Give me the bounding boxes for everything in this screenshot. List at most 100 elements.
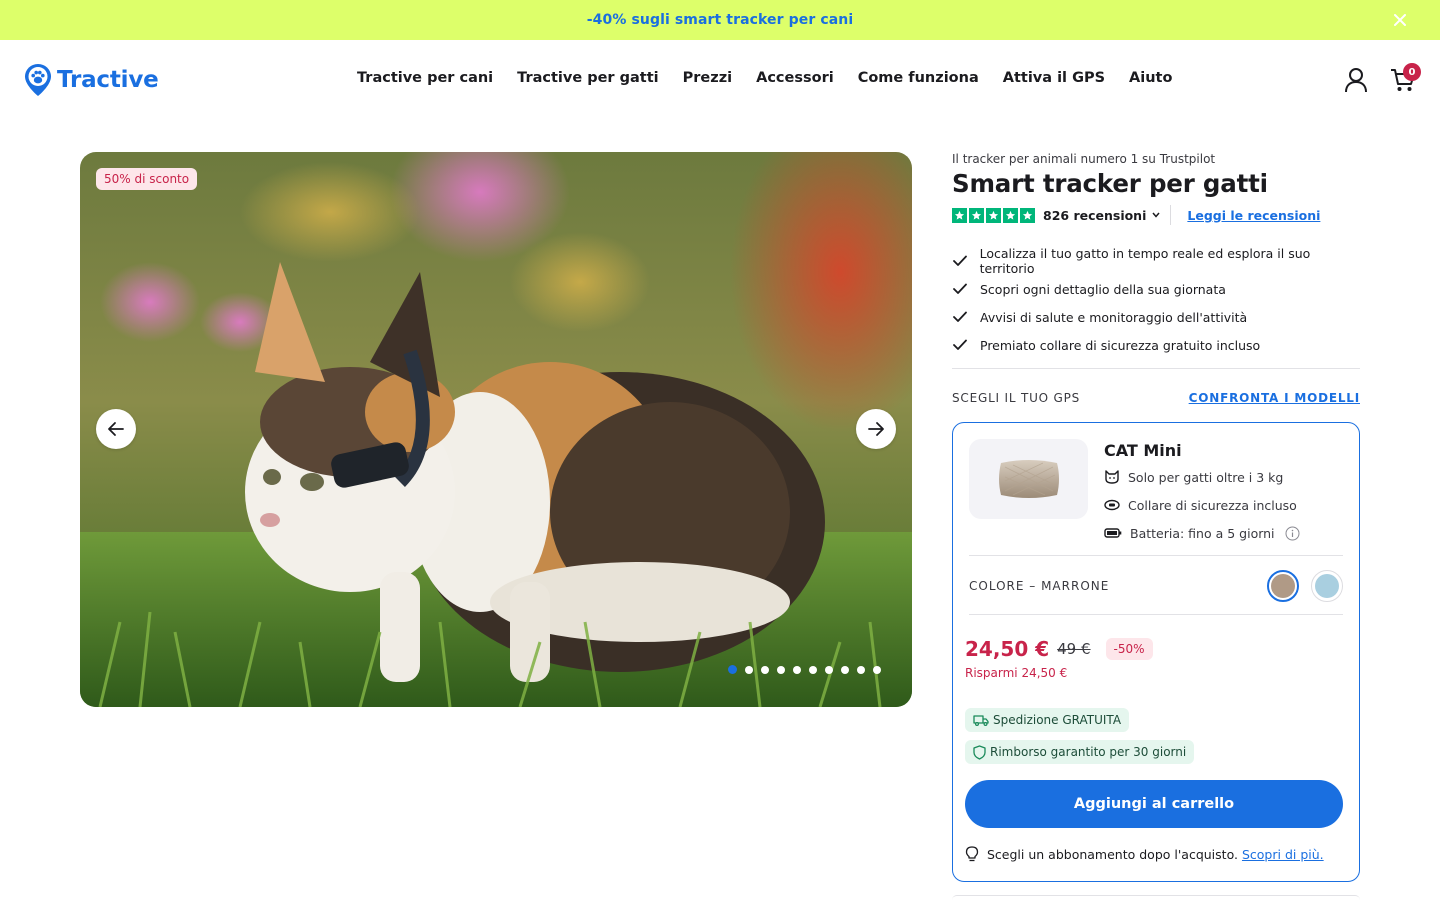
swatch-marrone[interactable] — [1267, 570, 1299, 602]
swatch-color — [1315, 574, 1339, 598]
current-price: 24,50 € — [965, 637, 1050, 661]
feature-text: Avvisi di salute e monitoraggio dell'att… — [980, 309, 1248, 325]
check-icon — [952, 309, 968, 325]
choose-gps-label: SCEGLI IL TUO GPS — [952, 391, 1081, 405]
star-icon — [969, 207, 984, 223]
nav-item-aiuto[interactable]: Aiuto — [1129, 70, 1172, 86]
logo-text: Tractive — [57, 67, 159, 93]
subscription-note: Scegli un abbonamento dopo l'acquisto. S… — [965, 846, 1324, 862]
product-kicker: Il tracker per animali numero 1 su Trust… — [952, 152, 1216, 166]
spec-text: Solo per gatti oltre i 3 kg — [1128, 469, 1284, 485]
compare-models-link[interactable]: CONFRONTA I MODELLI — [1189, 391, 1360, 405]
paw-pin-icon — [25, 64, 51, 96]
cat-photo — [80, 152, 912, 707]
product-name: CAT Mini — [1104, 441, 1182, 460]
list-item: Avvisi di salute e monitoraggio dell'att… — [952, 303, 1360, 331]
price-row: 24,50 € 49 € -50% — [965, 637, 1153, 661]
read-reviews-link[interactable]: Leggi le recensioni — [1187, 208, 1320, 223]
slide-dot[interactable] — [728, 665, 737, 674]
nav-item-accessori[interactable]: Accessori — [756, 70, 834, 86]
savings-text: Risparmi 24,50 € — [965, 666, 1068, 680]
next-slide-button[interactable] — [856, 409, 896, 449]
product-option-card[interactable]: CAT Mini Solo per gatti oltre i 3 kg Col… — [952, 422, 1360, 882]
feature-text: Localizza il tuo gatto in tempo reale ed… — [979, 246, 1311, 276]
slide-dot[interactable] — [857, 665, 865, 674]
list-item: Premiato collare di sicurezza gratuito i… — [952, 331, 1360, 359]
info-icon[interactable] — [1285, 526, 1300, 541]
site-header: Tractive Tractive per cani Tractive per … — [0, 40, 1440, 120]
slide-dot[interactable] — [761, 665, 769, 674]
tracker-image — [969, 439, 1088, 519]
rating-row: 826 recensioni Leggi le recensioni — [952, 204, 1360, 226]
spec-row: Batteria: fino a 5 giorni — [1104, 519, 1300, 547]
check-icon — [952, 253, 968, 269]
color-label: COLORE – MARRONE — [969, 579, 1110, 593]
divider — [969, 614, 1343, 615]
color-swatches — [1267, 570, 1343, 602]
product-panel: Il tracker per animali numero 1 su Trust… — [952, 152, 1360, 882]
slide-dot[interactable] — [809, 665, 817, 674]
cat-icon — [1105, 470, 1119, 484]
product-info: CAT Mini Solo per gatti oltre i 3 kg Col… — [1104, 441, 1300, 547]
logo[interactable]: Tractive — [24, 63, 159, 97]
add-to-cart-button[interactable]: Aggiungi al carrello — [965, 780, 1343, 828]
arrow-left-icon — [108, 422, 124, 436]
spec-text: Collare di sicurezza incluso — [1128, 497, 1297, 513]
slide-dots — [728, 665, 881, 674]
prev-slide-button[interactable] — [96, 409, 136, 449]
nav-item-cani[interactable]: Tractive per cani — [357, 70, 493, 86]
shipping-badge: Spedizione GRATUITA — [965, 708, 1130, 732]
refund-badge: Rimborso garantito per 30 giorni — [965, 740, 1195, 764]
check-icon — [952, 281, 968, 297]
star-icon — [986, 207, 1001, 223]
slide-dot[interactable] — [777, 665, 785, 674]
cart-count-badge: 0 — [1403, 63, 1421, 81]
promo-text[interactable]: -40% sugli smart tracker per cani — [587, 12, 853, 28]
close-icon[interactable] — [1390, 10, 1410, 30]
slide-dot[interactable] — [841, 665, 849, 674]
subscription-text: Scegli un abbonamento dopo l'acquisto. — [987, 846, 1238, 862]
divider — [952, 368, 1360, 369]
nav-item-come-funziona[interactable]: Come funziona — [858, 70, 979, 86]
chevron-down-icon[interactable] — [1152, 210, 1160, 221]
feature-text: Scopri ogni dettaglio della sua giornata — [980, 281, 1226, 297]
spec-row: Solo per gatti oltre i 3 kg — [1104, 463, 1300, 491]
collar-icon — [1104, 499, 1120, 511]
learn-more-link[interactable]: Scopri di più. — [1242, 847, 1324, 862]
main-nav: Tractive per cani Tractive per gatti Pre… — [357, 70, 1172, 86]
slide-dot[interactable] — [825, 665, 833, 674]
swatch-azzurro[interactable] — [1311, 570, 1343, 602]
star-icon — [1003, 207, 1018, 223]
slide-dot[interactable] — [873, 665, 881, 674]
feature-text: Premiato collare di sicurezza gratuito i… — [980, 337, 1261, 353]
product-gallery[interactable]: 50% di sconto — [80, 152, 912, 707]
discount-tag: 50% di sconto — [96, 168, 198, 190]
nav-item-attiva-gps[interactable]: Attiva il GPS — [1003, 70, 1105, 86]
color-selector: COLORE – MARRONE — [969, 568, 1343, 604]
promo-banner: -40% sugli smart tracker per cani — [0, 0, 1440, 40]
slide-dot[interactable] — [745, 665, 753, 674]
divider — [969, 555, 1343, 556]
refund-text: Rimborso garantito per 30 giorni — [990, 745, 1187, 759]
product-summary: CAT Mini Solo per gatti oltre i 3 kg Col… — [969, 439, 1300, 547]
nav-item-prezzi[interactable]: Prezzi — [683, 70, 732, 86]
list-item: Localizza il tuo gatto in tempo reale ed… — [952, 246, 1360, 276]
account-icon[interactable] — [1344, 67, 1368, 93]
battery-icon — [1104, 528, 1122, 538]
trustpilot-stars — [952, 207, 1035, 223]
choose-gps-row: SCEGLI IL TUO GPS CONFRONTA I MODELLI — [952, 391, 1360, 405]
slide-dot[interactable] — [793, 665, 801, 674]
arrow-right-icon — [868, 422, 884, 436]
nav-item-gatti[interactable]: Tractive per gatti — [517, 70, 658, 86]
star-icon — [1020, 207, 1035, 223]
page-title: Smart tracker per gatti — [952, 169, 1268, 198]
next-card-edge — [952, 895, 1360, 900]
spec-row: Collare di sicurezza incluso — [1104, 491, 1300, 519]
list-item: Scopri ogni dettaglio della sua giornata — [952, 275, 1360, 303]
star-icon — [952, 207, 967, 223]
feature-list: Localizza il tuo gatto in tempo reale ed… — [952, 246, 1360, 359]
old-price: 49 € — [1057, 640, 1091, 658]
shield-icon — [973, 744, 986, 760]
reviews-count[interactable]: 826 recensioni — [1043, 208, 1146, 223]
lightbulb-icon — [965, 846, 979, 862]
